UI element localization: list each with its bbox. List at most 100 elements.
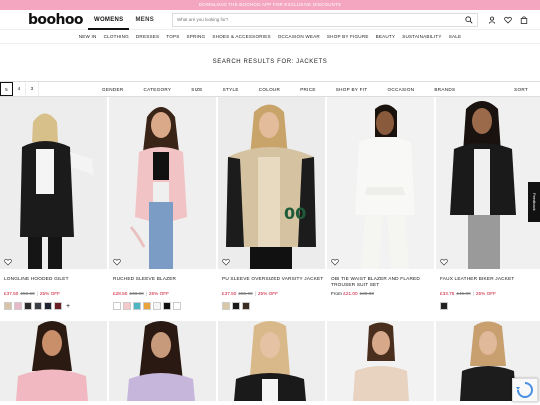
filter-shop-by-fit[interactable]: SHOP BY FIT <box>336 87 368 92</box>
product-name[interactable]: PU SLEEVE OVERSIZED VARSITY JACKET <box>222 276 325 288</box>
wishlist-heart-icon[interactable] <box>222 258 230 266</box>
sort-button[interactable]: SORT <box>514 87 528 92</box>
model-photo <box>0 321 107 401</box>
grid-option-4[interactable]: 4 <box>13 82 26 96</box>
nav-sale[interactable]: SALE <box>449 30 462 43</box>
product-card[interactable]: LONGLINE HOODED GILET £37.50 £50.00 | 25% O… <box>0 97 107 310</box>
model-photo <box>109 97 216 269</box>
swatch[interactable] <box>44 302 52 310</box>
swatch[interactable] <box>163 302 171 310</box>
account-icon[interactable] <box>488 16 496 24</box>
bag-icon[interactable] <box>520 16 528 24</box>
price-separator: | <box>145 291 147 296</box>
price-was: £50.00 <box>238 291 253 296</box>
product-card[interactable]: 00 PU SLEEVE OVERSIZED VARSITY JACKET £3… <box>218 97 325 310</box>
swatch[interactable] <box>4 302 12 310</box>
feedback-tab[interactable]: Feedback <box>528 182 540 222</box>
swatch[interactable] <box>143 302 151 310</box>
nav-beauty[interactable]: BEAUTY <box>376 30 396 43</box>
swatch[interactable] <box>242 302 250 310</box>
header-icons <box>488 16 528 24</box>
product-image[interactable] <box>218 321 325 401</box>
model-photo <box>109 321 216 401</box>
product-card[interactable]: OBI TIE WAIST BLAZER AND FLARED TROUSER … <box>327 97 434 310</box>
price-was: £45.00 <box>456 291 471 296</box>
search-input[interactable] <box>177 17 466 22</box>
product-card[interactable] <box>109 321 216 401</box>
search-icon[interactable] <box>465 15 473 24</box>
wishlist-heart-icon[interactable] <box>440 258 448 266</box>
swatch[interactable] <box>113 302 121 310</box>
swatch[interactable] <box>133 302 141 310</box>
discount-label: 25% OFF <box>148 291 169 296</box>
recaptcha-icon <box>516 382 533 398</box>
product-image[interactable] <box>327 97 434 269</box>
wishlist-heart-icon[interactable] <box>331 258 339 266</box>
recaptcha-badge[interactable] <box>512 378 538 402</box>
product-name[interactable]: LONGLINE HOODED GILET <box>4 276 107 288</box>
product-image[interactable] <box>327 321 434 401</box>
filter-style[interactable]: STYLE <box>223 87 239 92</box>
price-now: £33.75 <box>440 291 455 296</box>
wishlist-heart-icon[interactable] <box>113 258 121 266</box>
swatch[interactable] <box>232 302 240 310</box>
product-image[interactable] <box>0 97 107 269</box>
colour-swatches: + <box>4 302 107 310</box>
product-grid-row-2 <box>0 321 540 401</box>
wishlist-heart-icon[interactable] <box>4 258 12 266</box>
nav-dresses[interactable]: DRESSES <box>136 30 159 43</box>
nav-new-in[interactable]: NEW IN <box>79 30 97 43</box>
swatch[interactable] <box>173 302 181 310</box>
wishlist-icon[interactable] <box>504 16 512 24</box>
swatch[interactable] <box>14 302 22 310</box>
swatch[interactable] <box>222 302 230 310</box>
gender-tabs: WOMENS MENS <box>88 10 160 30</box>
product-image[interactable] <box>109 97 216 269</box>
swatch[interactable] <box>24 302 32 310</box>
product-name[interactable]: FAUX LEATHER BIKER JACKET <box>440 276 540 288</box>
product-image[interactable] <box>436 97 540 269</box>
nav-clothing[interactable]: CLOTHING <box>104 30 129 43</box>
nav-sustainability[interactable]: SUSTAINABILITY <box>402 30 441 43</box>
filter-brands[interactable]: BRANDS <box>434 87 455 92</box>
product-image[interactable] <box>109 321 216 401</box>
boohoo-logo[interactable]: boohoo <box>28 12 83 28</box>
swatch[interactable] <box>153 302 161 310</box>
colour-swatches <box>440 302 540 310</box>
nav-tops[interactable]: TOPS <box>166 30 179 43</box>
swatch[interactable] <box>54 302 62 310</box>
product-image[interactable]: 00 <box>218 97 325 269</box>
product-name[interactable]: RUCHED SLEEVE BLAZER <box>113 276 216 288</box>
product-card[interactable] <box>218 321 325 401</box>
nav-occasion-wear[interactable]: OCCASION WEAR <box>278 30 320 43</box>
product-card[interactable] <box>327 321 434 401</box>
filter-size[interactable]: SIZE <box>191 87 202 92</box>
filter-occasion[interactable]: OCCASION <box>387 87 414 92</box>
filter-colour[interactable]: COLOUR <box>259 87 280 92</box>
grid-option-3[interactable]: 3 <box>26 82 39 96</box>
swatch[interactable] <box>123 302 131 310</box>
price-now: £28.50 <box>113 291 128 296</box>
product-card[interactable]: FAUX LEATHER BIKER JACKET £33.75 £45.00 | 2… <box>436 97 540 310</box>
product-price: £33.75 £45.00 | 25% OFF <box>440 291 540 296</box>
filter-price[interactable]: PRICE <box>300 87 316 92</box>
filter-gender[interactable]: GENDER <box>102 87 123 92</box>
nav-shop-by-figure[interactable]: SHOP BY FIGURE <box>327 30 369 43</box>
tab-womens[interactable]: WOMENS <box>88 10 130 30</box>
product-name[interactable]: OBI TIE WAIST BLAZER AND FLARED TROUSER … <box>331 276 434 288</box>
grid-option-5[interactable]: 5 <box>0 82 13 96</box>
product-card[interactable]: RUCHED SLEEVE BLAZER £28.50 £38.00 | 25% OF… <box>109 97 216 310</box>
more-colours-button[interactable]: + <box>66 303 70 310</box>
nav-spring[interactable]: SPRING <box>187 30 206 43</box>
swatch[interactable] <box>34 302 42 310</box>
tab-mens[interactable]: MENS <box>129 10 160 30</box>
model-photo <box>436 97 540 269</box>
promo-banner[interactable]: DOWNLOAD THE BOOHOO APP FOR EXCLUSIVE DI… <box>0 0 540 10</box>
product-image[interactable] <box>0 321 107 401</box>
product-card[interactable] <box>0 321 107 401</box>
swatch[interactable] <box>440 302 448 310</box>
price-was: £28.00 <box>359 291 374 296</box>
filter-category[interactable]: CATEGORY <box>143 87 171 92</box>
model-photo <box>327 97 434 269</box>
nav-shoes-accessories[interactable]: SHOES & ACCESSORIES <box>212 30 270 43</box>
